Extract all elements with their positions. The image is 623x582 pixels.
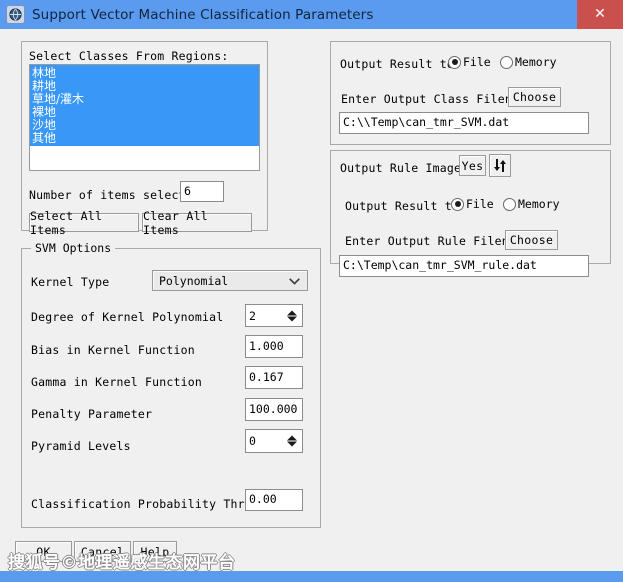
select-classes-heading: Select Classes From Regions: (29, 49, 229, 63)
degree-stepper[interactable]: 2 (245, 304, 303, 327)
kernel-type-select[interactable]: Polynomial (152, 270, 308, 291)
output-rule-memory-radio[interactable]: Memory (503, 197, 560, 211)
output-rule-file-label: File (466, 197, 494, 211)
bias-field[interactable]: 1.000 (245, 335, 303, 358)
output-class-result-label: Output Result to (340, 57, 454, 71)
penalty-field[interactable]: 100.000 (245, 398, 303, 421)
window-title: Support Vector Machine Classification Pa… (32, 6, 374, 23)
output-rule-filename-field[interactable]: C:\Temp\can_tmr_SVM_rule.dat (339, 255, 589, 277)
degree-value: 2 (249, 308, 256, 323)
kernel-type-label: Kernel Type (31, 275, 110, 289)
gamma-field[interactable]: 0.167 (245, 366, 303, 389)
list-item[interactable]: 草地/灌木 (30, 93, 259, 106)
radio-on-icon (448, 55, 461, 69)
degree-label: Degree of Kernel Polynomial (31, 310, 224, 324)
title-bar: Support Vector Machine Classification Pa… (0, 0, 623, 29)
gamma-label: Gamma in Kernel Function (31, 375, 202, 389)
output-class-memory-radio[interactable]: Memory (500, 55, 557, 69)
close-icon[interactable]: ✕ (577, 0, 623, 29)
pyramid-levels-stepper[interactable]: 0 (245, 429, 303, 453)
choose-class-filename-button[interactable]: Choose (508, 87, 561, 107)
svm-options-legend: SVM Options (31, 241, 116, 255)
stepper-arrows-icon[interactable] (287, 435, 297, 447)
stepper-arrows-icon[interactable] (287, 310, 297, 321)
up-down-arrows-icon[interactable] (489, 154, 511, 177)
clear-all-items-button[interactable]: Clear All Items (142, 209, 252, 237)
list-item[interactable]: 林地 (30, 67, 259, 80)
radio-on-icon (451, 197, 464, 211)
output-class-memory-label: Memory (515, 55, 557, 69)
output-class-file-label: File (463, 55, 491, 69)
chevron-down-icon (289, 274, 300, 288)
bias-label: Bias in Kernel Function (31, 343, 195, 357)
app-globe-icon (6, 5, 25, 24)
help-button[interactable]: Help (133, 541, 177, 562)
list-item[interactable]: 裸地 (30, 106, 259, 119)
classes-listbox[interactable]: 林地 耕地 草地/灌木 裸地 沙地 其他 (29, 64, 260, 171)
output-rule-images-toggle[interactable]: Yes (459, 155, 486, 176)
svm-parameters-dialog: Support Vector Machine Classification Pa… (0, 0, 623, 582)
output-rule-result-label: Output Result to (345, 199, 459, 213)
output-rule-file-radio[interactable]: File (451, 197, 494, 211)
ok-button[interactable]: OK (15, 541, 72, 562)
output-class-filename-field[interactable]: C:\\Temp\can_tmr_SVM.dat (339, 112, 589, 134)
probability-threshold-field[interactable]: 0.00 (245, 489, 303, 511)
radio-off-icon (503, 197, 516, 211)
output-rule-filename-label: Enter Output Rule Filename (345, 234, 531, 248)
pyramid-levels-value: 0 (249, 434, 256, 448)
list-item[interactable]: 沙地 (30, 119, 259, 132)
penalty-label: Penalty Parameter (31, 407, 153, 421)
output-rule-memory-label: Memory (518, 197, 560, 211)
output-class-file-radio[interactable]: File (448, 55, 491, 69)
choose-rule-filename-button[interactable]: Choose (505, 230, 558, 250)
bottom-strip (0, 571, 623, 582)
list-item[interactable]: 其他 (30, 132, 259, 145)
items-selected-count: 6 (180, 181, 224, 202)
pyramid-levels-label: Pyramid Levels (31, 439, 131, 453)
output-class-filename-label: Enter Output Class Filename (341, 92, 534, 106)
cancel-button[interactable]: Cancel (74, 541, 131, 562)
radio-off-icon (500, 55, 513, 69)
kernel-type-value: Polynomial (159, 273, 229, 288)
select-all-items-button[interactable]: Select All Items (29, 209, 139, 237)
